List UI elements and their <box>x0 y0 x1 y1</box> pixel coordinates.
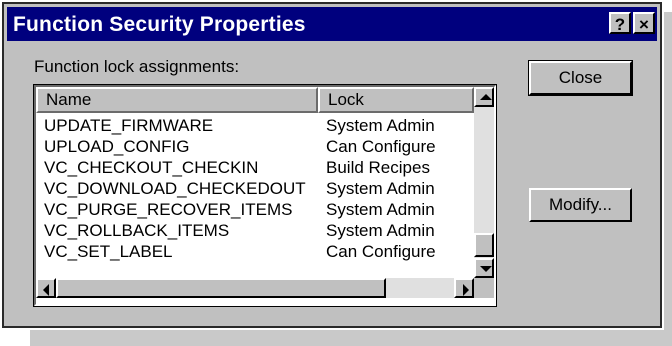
row-lock: Can Configure <box>326 242 436 261</box>
window-shadow <box>30 330 672 346</box>
window-shadow-right <box>664 12 672 346</box>
row-lock: Can Configure <box>326 137 436 156</box>
scroll-left-button[interactable] <box>36 278 56 298</box>
row-name: VC_CHECKOUT_CHECKIN <box>44 158 259 177</box>
up-arrow-icon <box>480 94 492 100</box>
down-arrow-icon <box>480 266 492 272</box>
list-row[interactable]: VC_ROLLBACK_ITEMS System Admin <box>36 220 474 241</box>
left-arrow-icon <box>43 284 49 296</box>
row-name: VC_PURGE_RECOVER_ITEMS <box>44 200 293 219</box>
row-name: VC_DOWNLOAD_CHECKEDOUT <box>44 179 306 198</box>
function-lock-list[interactable]: Name Lock UPDATE_FIRMWARE System Admin U… <box>33 84 497 307</box>
title-bar[interactable]: Function Security Properties ? × <box>7 7 657 41</box>
list-row[interactable]: UPDATE_FIRMWARE System Admin <box>36 115 474 136</box>
row-lock: System Admin <box>326 179 435 198</box>
row-name: UPLOAD_CONFIG <box>44 137 190 156</box>
row-name: UPDATE_FIRMWARE <box>44 116 214 135</box>
window-title: Function Security Properties <box>13 13 306 36</box>
list-row[interactable]: UPLOAD_CONFIG Can Configure <box>36 136 474 157</box>
list-row[interactable]: VC_SET_LABEL Can Configure <box>36 241 474 262</box>
scroll-up-button[interactable] <box>474 87 494 107</box>
scroll-down-button[interactable] <box>474 258 494 278</box>
close-icon: × <box>639 15 649 34</box>
list-rows: UPDATE_FIRMWARE System Admin UPLOAD_CONF… <box>36 115 474 262</box>
list-row[interactable]: VC_CHECKOUT_CHECKIN Build Recipes <box>36 157 474 178</box>
row-name: VC_ROLLBACK_ITEMS <box>44 221 230 240</box>
help-icon: ? <box>614 15 626 34</box>
list-label: Function lock assignments: <box>34 57 240 76</box>
help-button[interactable]: ? <box>609 12 631 34</box>
row-name: VC_SET_LABEL <box>44 242 173 261</box>
list-row[interactable]: VC_PURGE_RECOVER_ITEMS System Admin <box>36 199 474 220</box>
list-row[interactable]: VC_DOWNLOAD_CHECKEDOUT System Admin <box>36 178 474 199</box>
row-lock: System Admin <box>326 116 435 135</box>
vertical-scroll-thumb[interactable] <box>474 233 494 257</box>
horizontal-scroll-thumb[interactable] <box>56 278 386 298</box>
list-header: Name Lock <box>36 87 474 113</box>
right-arrow-icon <box>463 284 469 296</box>
scrollbar-corner <box>474 278 494 298</box>
row-lock: System Admin <box>326 200 435 219</box>
row-lock: System Admin <box>326 221 435 240</box>
column-header-lock[interactable]: Lock <box>318 87 474 113</box>
dialog-window: Function Security Properties ? × Functio… <box>2 2 662 328</box>
title-close-button[interactable]: × <box>633 12 655 34</box>
horizontal-scrollbar[interactable] <box>36 278 474 298</box>
scroll-right-button[interactable] <box>454 278 474 298</box>
vertical-scrollbar[interactable] <box>474 87 494 278</box>
close-button[interactable]: Close <box>528 60 633 96</box>
column-header-name[interactable]: Name <box>36 87 318 113</box>
modify-button[interactable]: Modify... <box>529 188 632 222</box>
row-lock: Build Recipes <box>326 158 430 177</box>
